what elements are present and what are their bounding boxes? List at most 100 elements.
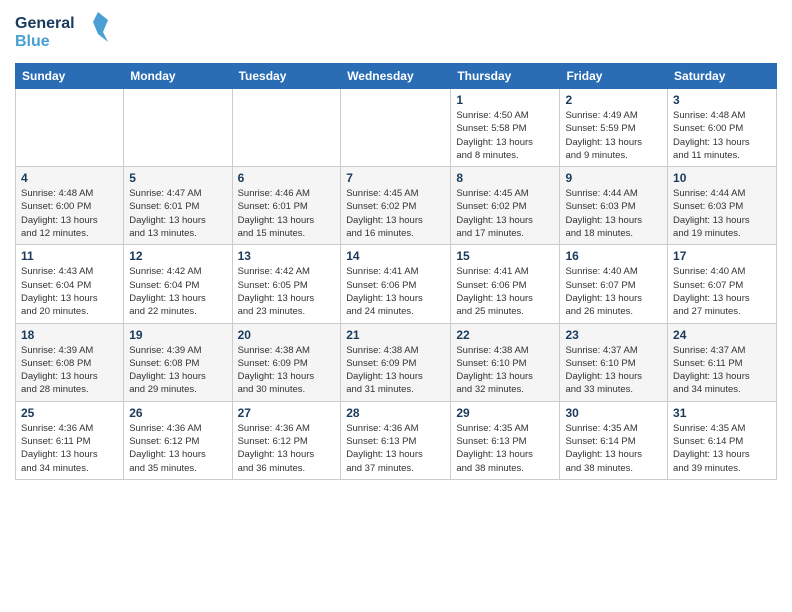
day-info: Sunrise: 4:38 AM Sunset: 6:10 PM Dayligh…: [456, 344, 554, 397]
calendar-cell-1-1: [16, 89, 124, 167]
day-number: 20: [238, 328, 336, 342]
day-info: Sunrise: 4:48 AM Sunset: 6:00 PM Dayligh…: [673, 109, 771, 162]
page: General Blue SundayMondayTuesdayWednesda…: [0, 0, 792, 612]
day-number: 27: [238, 406, 336, 420]
day-number: 24: [673, 328, 771, 342]
calendar-cell-4-6: 23 Sunrise: 4:37 AM Sunset: 6:10 PM Dayli…: [560, 323, 668, 401]
day-info: Sunrise: 4:47 AM Sunset: 6:01 PM Dayligh…: [129, 187, 226, 240]
calendar-cell-2-2: 5 Sunrise: 4:47 AM Sunset: 6:01 PM Daylig…: [124, 167, 232, 245]
day-info: Sunrise: 4:46 AM Sunset: 6:01 PM Dayligh…: [238, 187, 336, 240]
day-info: Sunrise: 4:42 AM Sunset: 6:04 PM Dayligh…: [129, 265, 226, 318]
calendar-cell-3-3: 13 Sunrise: 4:42 AM Sunset: 6:05 PM Dayli…: [232, 245, 341, 323]
day-info: Sunrise: 4:40 AM Sunset: 6:07 PM Dayligh…: [565, 265, 662, 318]
day-number: 31: [673, 406, 771, 420]
day-info: Sunrise: 4:35 AM Sunset: 6:13 PM Dayligh…: [456, 422, 554, 475]
day-number: 6: [238, 171, 336, 185]
weekday-header-sunday: Sunday: [16, 64, 124, 89]
day-number: 28: [346, 406, 445, 420]
calendar-cell-4-2: 19 Sunrise: 4:39 AM Sunset: 6:08 PM Dayli…: [124, 323, 232, 401]
day-info: Sunrise: 4:45 AM Sunset: 6:02 PM Dayligh…: [456, 187, 554, 240]
day-number: 13: [238, 249, 336, 263]
calendar-cell-2-4: 7 Sunrise: 4:45 AM Sunset: 6:02 PM Daylig…: [341, 167, 451, 245]
day-info: Sunrise: 4:35 AM Sunset: 6:14 PM Dayligh…: [673, 422, 771, 475]
day-info: Sunrise: 4:42 AM Sunset: 6:05 PM Dayligh…: [238, 265, 336, 318]
day-number: 5: [129, 171, 226, 185]
day-number: 1: [456, 93, 554, 107]
day-number: 3: [673, 93, 771, 107]
calendar-cell-3-6: 16 Sunrise: 4:40 AM Sunset: 6:07 PM Dayli…: [560, 245, 668, 323]
day-info: Sunrise: 4:38 AM Sunset: 6:09 PM Dayligh…: [346, 344, 445, 397]
header: General Blue: [15, 10, 777, 55]
calendar-cell-1-7: 3 Sunrise: 4:48 AM Sunset: 6:00 PM Daylig…: [668, 89, 777, 167]
day-number: 15: [456, 249, 554, 263]
day-info: Sunrise: 4:43 AM Sunset: 6:04 PM Dayligh…: [21, 265, 118, 318]
weekday-header-wednesday: Wednesday: [341, 64, 451, 89]
day-info: Sunrise: 4:36 AM Sunset: 6:13 PM Dayligh…: [346, 422, 445, 475]
day-number: 16: [565, 249, 662, 263]
logo-icon: General Blue: [15, 10, 110, 55]
day-info: Sunrise: 4:35 AM Sunset: 6:14 PM Dayligh…: [565, 422, 662, 475]
day-number: 23: [565, 328, 662, 342]
calendar-cell-1-5: 1Sunrise: 4:50 AM Sunset: 5:58 PM Daylig…: [451, 89, 560, 167]
day-info: Sunrise: 4:44 AM Sunset: 6:03 PM Dayligh…: [565, 187, 662, 240]
day-number: 18: [21, 328, 118, 342]
svg-text:General: General: [15, 15, 75, 32]
day-number: 17: [673, 249, 771, 263]
day-info: Sunrise: 4:36 AM Sunset: 6:11 PM Dayligh…: [21, 422, 118, 475]
calendar-cell-5-7: 31 Sunrise: 4:35 AM Sunset: 6:14 PM Dayli…: [668, 401, 777, 479]
week-row-1: 1Sunrise: 4:50 AM Sunset: 5:58 PM Daylig…: [16, 89, 777, 167]
weekday-header-saturday: Saturday: [668, 64, 777, 89]
svg-text:Blue: Blue: [15, 33, 50, 50]
day-info: Sunrise: 4:39 AM Sunset: 6:08 PM Dayligh…: [129, 344, 226, 397]
calendar-cell-4-5: 22Sunrise: 4:38 AM Sunset: 6:10 PM Dayli…: [451, 323, 560, 401]
calendar-cell-3-1: 11 Sunrise: 4:43 AM Sunset: 6:04 PM Dayli…: [16, 245, 124, 323]
day-info: Sunrise: 4:40 AM Sunset: 6:07 PM Dayligh…: [673, 265, 771, 318]
day-number: 14: [346, 249, 445, 263]
calendar-cell-2-7: 10Sunrise: 4:44 AM Sunset: 6:03 PM Dayli…: [668, 167, 777, 245]
week-row-2: 4Sunrise: 4:48 AM Sunset: 6:00 PM Daylig…: [16, 167, 777, 245]
day-number: 26: [129, 406, 226, 420]
calendar-cell-3-2: 12 Sunrise: 4:42 AM Sunset: 6:04 PM Dayli…: [124, 245, 232, 323]
day-number: 4: [21, 171, 118, 185]
calendar-cell-3-5: 15 Sunrise: 4:41 AM Sunset: 6:06 PM Dayli…: [451, 245, 560, 323]
weekday-header-friday: Friday: [560, 64, 668, 89]
day-number: 11: [21, 249, 118, 263]
calendar-cell-1-3: [232, 89, 341, 167]
logo: General Blue: [15, 10, 110, 55]
calendar-cell-4-1: 18Sunrise: 4:39 AM Sunset: 6:08 PM Dayli…: [16, 323, 124, 401]
calendar-cell-5-5: 29 Sunrise: 4:35 AM Sunset: 6:13 PM Dayli…: [451, 401, 560, 479]
day-info: Sunrise: 4:41 AM Sunset: 6:06 PM Dayligh…: [456, 265, 554, 318]
calendar-cell-5-4: 28 Sunrise: 4:36 AM Sunset: 6:13 PM Dayli…: [341, 401, 451, 479]
calendar-cell-5-1: 25 Sunrise: 4:36 AM Sunset: 6:11 PM Dayli…: [16, 401, 124, 479]
weekday-header-tuesday: Tuesday: [232, 64, 341, 89]
weekday-header-row: SundayMondayTuesdayWednesdayThursdayFrid…: [16, 64, 777, 89]
day-number: 7: [346, 171, 445, 185]
day-info: Sunrise: 4:49 AM Sunset: 5:59 PM Dayligh…: [565, 109, 662, 162]
calendar-cell-2-6: 9Sunrise: 4:44 AM Sunset: 6:03 PM Daylig…: [560, 167, 668, 245]
day-number: 29: [456, 406, 554, 420]
calendar-cell-2-3: 6 Sunrise: 4:46 AM Sunset: 6:01 PM Daylig…: [232, 167, 341, 245]
day-number: 12: [129, 249, 226, 263]
day-number: 10: [673, 171, 771, 185]
day-info: Sunrise: 4:37 AM Sunset: 6:11 PM Dayligh…: [673, 344, 771, 397]
weekday-header-monday: Monday: [124, 64, 232, 89]
day-info: Sunrise: 4:36 AM Sunset: 6:12 PM Dayligh…: [238, 422, 336, 475]
calendar-cell-3-4: 14 Sunrise: 4:41 AM Sunset: 6:06 PM Dayli…: [341, 245, 451, 323]
calendar-cell-1-6: 2Sunrise: 4:49 AM Sunset: 5:59 PM Daylig…: [560, 89, 668, 167]
calendar-cell-2-1: 4Sunrise: 4:48 AM Sunset: 6:00 PM Daylig…: [16, 167, 124, 245]
day-info: Sunrise: 4:41 AM Sunset: 6:06 PM Dayligh…: [346, 265, 445, 318]
day-number: 25: [21, 406, 118, 420]
calendar-cell-4-4: 21Sunrise: 4:38 AM Sunset: 6:09 PM Dayli…: [341, 323, 451, 401]
day-info: Sunrise: 4:45 AM Sunset: 6:02 PM Dayligh…: [346, 187, 445, 240]
day-number: 19: [129, 328, 226, 342]
calendar-cell-5-3: 27 Sunrise: 4:36 AM Sunset: 6:12 PM Dayli…: [232, 401, 341, 479]
calendar-cell-1-2: [124, 89, 232, 167]
day-number: 30: [565, 406, 662, 420]
calendar-table: SundayMondayTuesdayWednesdayThursdayFrid…: [15, 63, 777, 480]
calendar-cell-5-6: 30 Sunrise: 4:35 AM Sunset: 6:14 PM Dayli…: [560, 401, 668, 479]
calendar-cell-2-5: 8 Sunrise: 4:45 AM Sunset: 6:02 PM Daylig…: [451, 167, 560, 245]
calendar-cell-1-4: [341, 89, 451, 167]
day-info: Sunrise: 4:37 AM Sunset: 6:10 PM Dayligh…: [565, 344, 662, 397]
day-number: 8: [456, 171, 554, 185]
calendar-cell-3-7: 17 Sunrise: 4:40 AM Sunset: 6:07 PM Dayli…: [668, 245, 777, 323]
